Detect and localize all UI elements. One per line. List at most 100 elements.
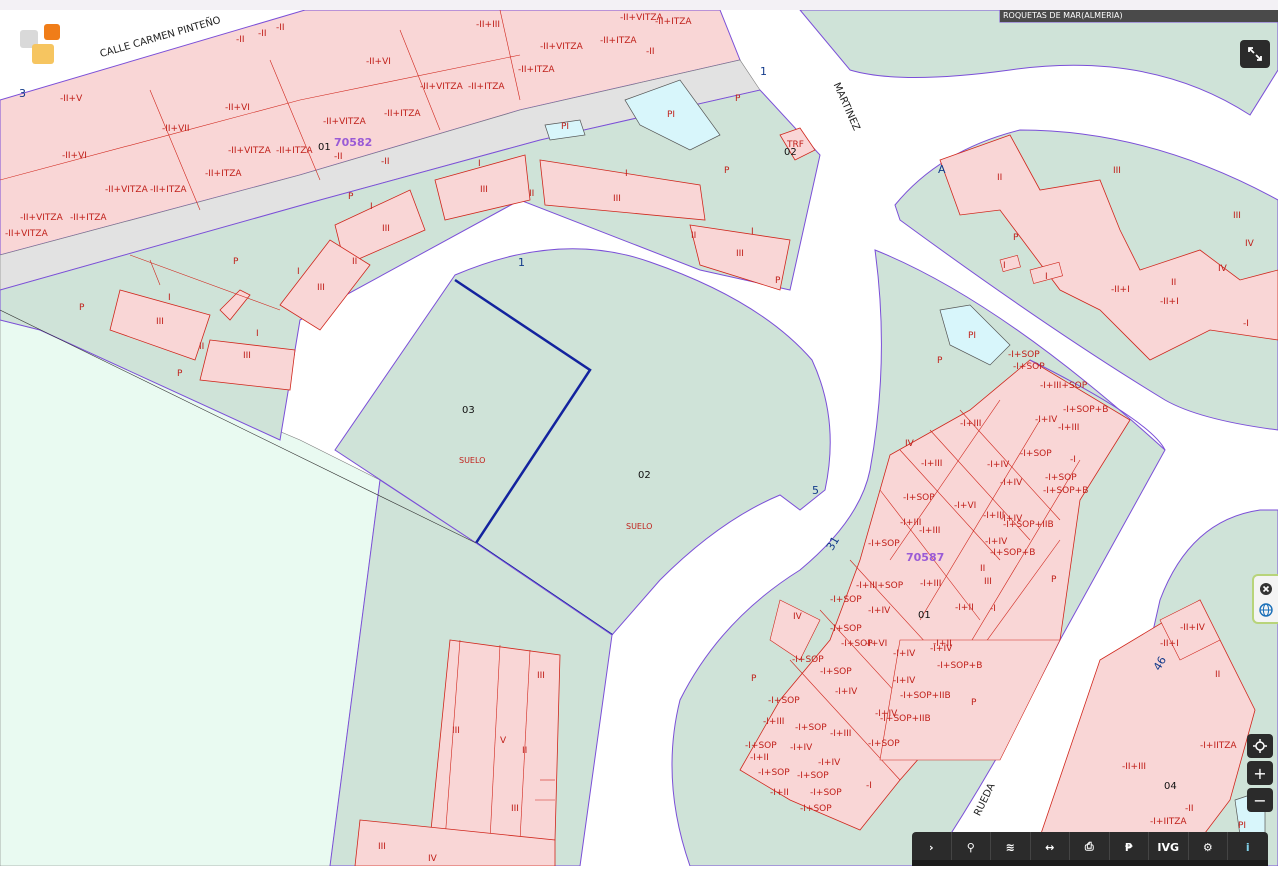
catastro-logo[interactable] <box>20 24 62 66</box>
zoom-in-button[interactable]: + <box>1247 761 1273 785</box>
side-panel <box>1252 574 1278 624</box>
floor-label: -I+III <box>763 717 785 727</box>
floor-label: -I+III <box>830 729 852 739</box>
floor-label: III <box>613 194 621 204</box>
logo-square-yellow <box>32 44 54 64</box>
tool-measure-icon[interactable]: ↔ <box>1031 832 1070 862</box>
pool-label: PI <box>667 110 676 120</box>
floor-label: IV <box>428 854 437 864</box>
floor-label: -I+IITZA <box>1200 741 1237 751</box>
patio-label: P <box>775 276 781 286</box>
floor-label: -II+I <box>1160 297 1179 307</box>
floor-label: II <box>1215 670 1221 680</box>
plot-number-east-01: 01 <box>918 610 931 621</box>
tool-print-icon[interactable]: ⎙ <box>1070 832 1110 862</box>
floor-label: III <box>480 185 488 195</box>
cadastral-map[interactable]: CALLE CARMEN PINTEÑO MARTINEZ RUEDA 7058… <box>0 0 1278 867</box>
tool-ivg[interactable]: IVG <box>1149 832 1189 862</box>
floor-label: IV <box>905 439 914 449</box>
floor-label: IV <box>1218 264 1227 274</box>
floor-label: -I+SOP <box>830 624 862 634</box>
patio-label: P <box>1013 233 1019 243</box>
globe-icon[interactable] <box>1258 602 1274 618</box>
floor-label: -I+SOP <box>810 788 842 798</box>
close-icon[interactable] <box>1258 581 1274 597</box>
floor-label: IV <box>793 612 802 622</box>
zoom-out-button[interactable]: − <box>1247 788 1273 812</box>
floor-label: -II <box>334 152 343 162</box>
floor-label: III <box>1113 166 1121 176</box>
floor-label: III <box>317 283 325 293</box>
tool-layers-icon[interactable]: ≋ <box>991 832 1031 862</box>
floor-label: -II <box>236 35 245 45</box>
edge-number: A <box>938 163 946 176</box>
patio-label: P <box>177 369 183 379</box>
floor-label: III <box>243 351 251 361</box>
floor-label: II <box>691 231 697 241</box>
floor-label: -II+VII <box>162 124 190 134</box>
floor-label: -II+ITZA <box>276 146 313 156</box>
pool-label: PI <box>968 331 977 341</box>
tool-parcel-icon[interactable]: ₱ <box>1110 832 1149 862</box>
floor-label: -I+IV <box>1000 478 1023 488</box>
floor-label: I <box>625 169 628 179</box>
tool-bike-icon[interactable]: ⚙ <box>1189 832 1228 862</box>
tool-search-icon[interactable]: ⚲ <box>952 832 991 862</box>
floor-label: -I <box>1243 319 1249 329</box>
floor-label: -I+II <box>955 603 974 613</box>
floor-label: III <box>511 804 519 814</box>
patio-label: P <box>971 698 977 708</box>
floor-label: -II+VITZA <box>540 42 583 52</box>
scale-bar <box>912 860 1268 866</box>
region-label: ROQUETAS DE MAR(ALMERIA) <box>1000 10 1278 22</box>
floor-label: II <box>529 189 535 199</box>
floor-label: -I+IV <box>835 687 858 697</box>
floor-label: -II <box>258 29 267 39</box>
floor-label: -I+SOP+B <box>1043 486 1089 496</box>
tool-info-icon[interactable]: i <box>1228 832 1268 862</box>
floor-label: -I+IITZA <box>1150 817 1187 827</box>
floor-label: -I+VI <box>865 639 888 649</box>
floor-label: III <box>537 671 545 681</box>
floor-label: -II <box>1185 804 1194 814</box>
block-number-north: 70582 <box>334 136 373 149</box>
floor-label: III <box>984 577 992 587</box>
floor-label: -I+VI <box>954 501 977 511</box>
pool-label: PI <box>1238 821 1247 831</box>
pool-label: PI <box>561 122 570 132</box>
floor-label: -I+IV <box>1035 415 1058 425</box>
floor-label: -I+II <box>750 753 769 763</box>
floor-label: -II+VITZA <box>323 117 366 127</box>
floor-label: -II+VITZA <box>420 82 463 92</box>
floor-label: -I+IV <box>930 644 953 654</box>
map-canvas[interactable] <box>0 0 1278 867</box>
plot-use-02: SUELO <box>626 522 653 531</box>
floor-label: I <box>168 293 171 303</box>
tool-chevron-right-icon[interactable]: › <box>912 832 952 862</box>
floor-label: -I+IV <box>893 676 916 686</box>
floor-label: III <box>382 224 390 234</box>
locate-button[interactable] <box>1247 734 1273 758</box>
floor-label: -II+VI <box>366 57 391 67</box>
floor-label: -II+VI <box>225 103 250 113</box>
plot-use-03: SUELO <box>459 456 486 465</box>
floor-label: I <box>297 267 300 277</box>
floor-label: II <box>980 564 986 574</box>
floor-label: -II+ITZA <box>518 65 555 75</box>
floor-label: -I+SOP <box>1020 449 1052 459</box>
floor-label: -II+VITZA <box>20 213 63 223</box>
floor-label: -II+ITZA <box>150 185 187 195</box>
floor-label: -I+SOP <box>868 739 900 749</box>
floor-label: -II+ITZA <box>655 17 692 27</box>
floor-label: -II+ITZA <box>205 169 242 179</box>
fullscreen-button[interactable] <box>1240 40 1270 68</box>
bottom-toolbar: › ⚲ ≋ ↔ ⎙ ₱ IVG ⚙ i <box>912 832 1268 862</box>
floor-label: -I+III <box>920 579 942 589</box>
floor-label: -I+SOP <box>758 768 790 778</box>
floor-label: -II+ITZA <box>468 82 505 92</box>
floor-label: -I+SOP <box>792 655 824 665</box>
floor-label: I <box>478 159 481 169</box>
floor-label: -I+SOP <box>1013 362 1045 372</box>
floor-label: IV <box>1245 239 1254 249</box>
floor-label: -I+SOP <box>903 493 935 503</box>
